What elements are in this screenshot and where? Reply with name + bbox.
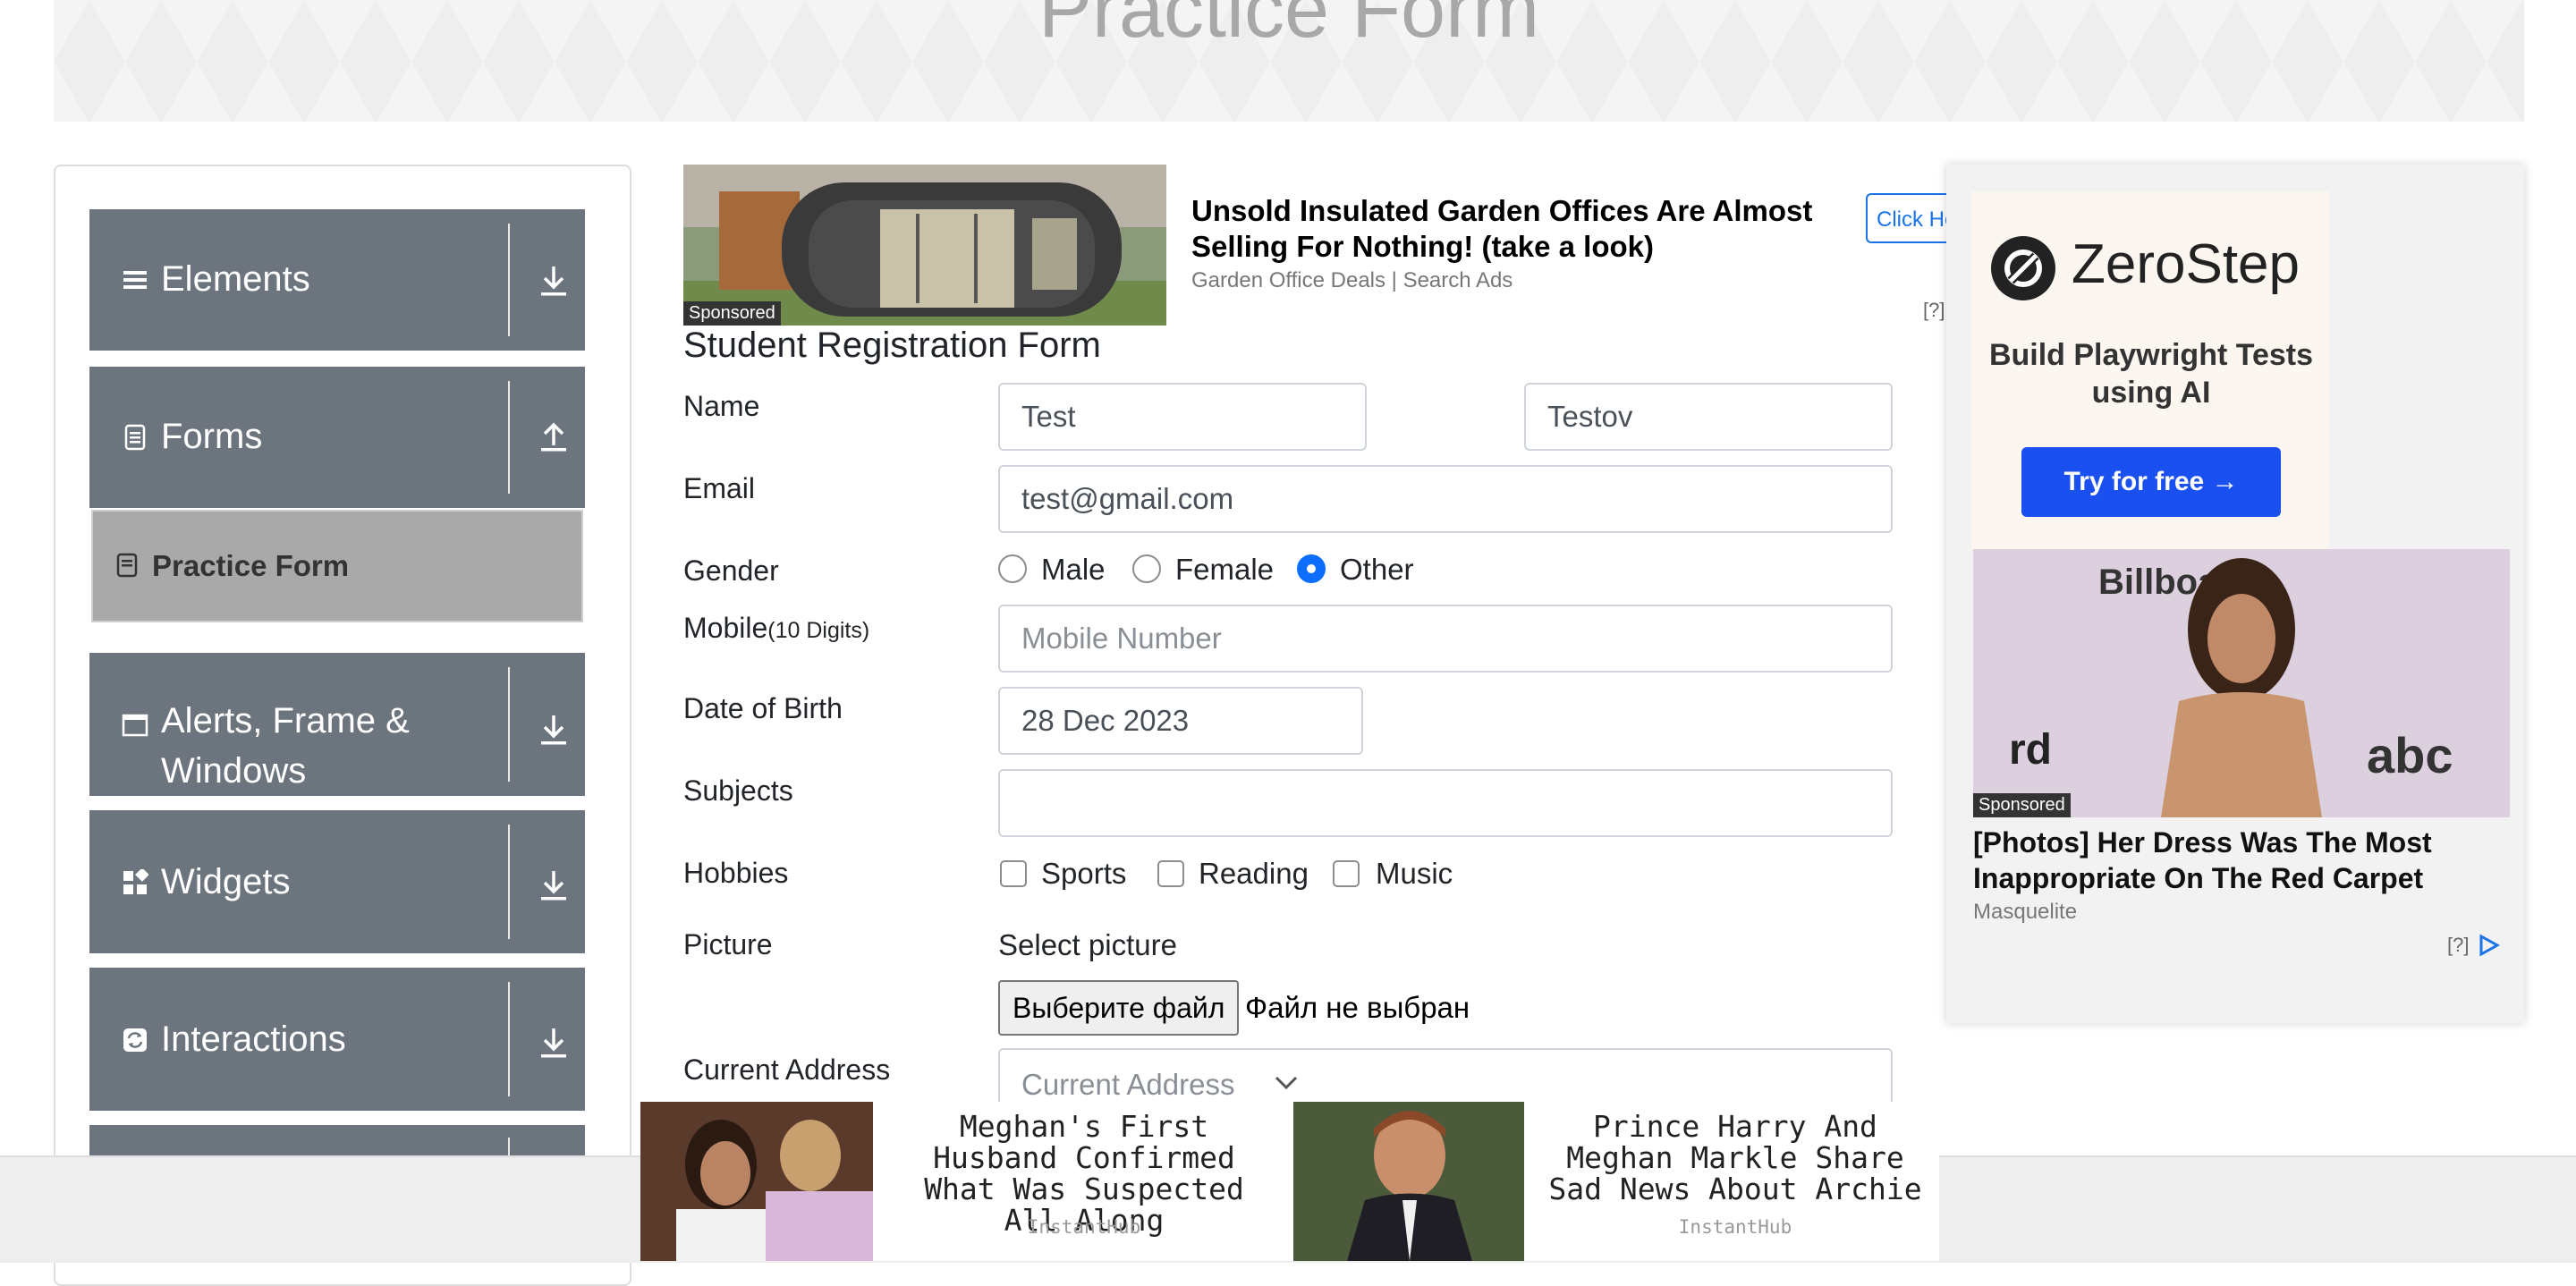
svg-text:abc: abc — [2367, 727, 2453, 783]
zerostep-brand: ZeroStep — [2072, 233, 2301, 295]
first-name-input[interactable] — [998, 383, 1367, 451]
sidebar-group-elements[interactable]: Elements — [89, 209, 585, 351]
zerostep-logo-icon — [1991, 236, 2055, 300]
adchoices-icon[interactable] — [2478, 934, 2501, 957]
download-arrow-icon — [541, 1028, 566, 1058]
page-title: Practice Form — [1038, 0, 1540, 55]
mobile-input[interactable] — [998, 605, 1893, 673]
sidebar-group-label: Widgets — [161, 862, 291, 901]
sidebar-group-label: Elements — [161, 259, 310, 299]
hobby-reading-checkbox[interactable] — [1157, 860, 1184, 887]
hobby-reading-label[interactable]: Reading — [1199, 857, 1309, 891]
form-title: Student Registration Form — [683, 326, 1101, 365]
divider — [508, 667, 510, 782]
sidebar-group-label: Interactions — [161, 1019, 346, 1059]
bottom-ad-2-headline[interactable]: Prince Harry And Meghan Markle Share Sad… — [1537, 1111, 1934, 1205]
download-arrow-icon — [541, 871, 566, 901]
mobile-hint: (10 Digits) — [767, 618, 870, 643]
sidebar-group-alerts[interactable]: Alerts, Frame & Windows — [89, 653, 585, 796]
interactions-icon — [123, 1028, 147, 1052]
bottom-ad-1-image — [640, 1102, 873, 1261]
sponsored-label: Sponsored — [683, 301, 781, 326]
ad-source[interactable]: Masquelite — [1973, 900, 2077, 925]
file-status-text: Файл не выбран — [1245, 991, 1470, 1024]
red-carpet-image: rd abc Billboard — [1973, 549, 2510, 817]
bottom-ad-2[interactable]: Prince Harry And Meghan Markle Share Sad… — [1293, 1102, 1939, 1261]
download-arrow-icon — [541, 267, 566, 296]
hobby-sports-label[interactable]: Sports — [1041, 857, 1126, 891]
sidebar-group-widgets[interactable]: Widgets — [89, 810, 585, 953]
email-input[interactable] — [998, 465, 1893, 533]
subjects-input[interactable] — [998, 769, 1893, 837]
bottom-ad-2-image — [1293, 1102, 1524, 1261]
sidebar-group-interactions[interactable]: Interactions — [89, 968, 585, 1111]
ad-image-red-carpet[interactable]: rd abc Billboard Sponsored — [1973, 549, 2510, 817]
hobby-music-label[interactable]: Music — [1376, 857, 1453, 891]
sponsored-label: Sponsored — [1973, 793, 2071, 817]
ad-headline[interactable]: Unsold Insulated Garden Offices Are Almo… — [1191, 193, 1818, 265]
gender-male-radio[interactable] — [998, 554, 1027, 583]
page-banner: Practice Form — [54, 0, 2524, 122]
chevron-down-icon — [1275, 1076, 1298, 1090]
bottom-ad-2-source[interactable]: InstantHub — [1537, 1216, 1934, 1238]
choose-file-button[interactable]: Выберите файл — [998, 980, 1240, 1036]
document-icon — [124, 424, 146, 451]
gender-other-radio[interactable] — [1297, 554, 1326, 583]
subjects-label: Subjects — [683, 774, 793, 807]
list-icon — [123, 271, 147, 289]
ad-info-link[interactable]: [?] — [1923, 299, 1945, 322]
sidebar-group-label: Forms — [161, 417, 263, 456]
sidebar-group-label-line2: Windows — [161, 751, 307, 791]
gender-female-label[interactable]: Female — [1175, 553, 1274, 587]
zerostep-tagline: Build Playwright Tests using AI — [1988, 338, 2314, 410]
ad-click-button[interactable]: Click Here — [1866, 193, 1946, 243]
mobile-label-text: Mobile — [683, 612, 768, 644]
sidebar-item-practice-form[interactable]: Practice Form — [91, 510, 583, 622]
sidebar-group-label-line1: Alerts, Frame & — [161, 701, 410, 740]
divider — [508, 982, 510, 1096]
hobby-music-checkbox[interactable] — [1333, 860, 1360, 887]
last-name-input[interactable] — [1524, 383, 1893, 451]
divider — [508, 381, 510, 494]
ad-image-garden-office[interactable]: Sponsored — [683, 165, 1166, 326]
select-picture-label: Select picture — [998, 928, 1177, 961]
widgets-icon — [123, 869, 148, 894]
date-of-birth-input[interactable] — [998, 687, 1363, 755]
gender-male-label[interactable]: Male — [1041, 553, 1106, 587]
sidebar-item-label: Practice Form — [152, 549, 350, 582]
ad-info-link[interactable]: [?] — [2447, 934, 2469, 957]
ad-headline[interactable]: [Photos] Her Dress Was The Most Inapprop… — [1973, 825, 2510, 896]
divider — [508, 825, 510, 939]
name-label: Name — [683, 390, 760, 422]
gender-other-label[interactable]: Other — [1340, 553, 1414, 587]
bottom-ad-1-source[interactable]: InstantHub — [896, 1216, 1272, 1238]
hobby-sports-checkbox[interactable] — [1000, 860, 1027, 887]
document-icon — [116, 553, 138, 578]
ad-source[interactable]: Garden Office Deals | Search Ads — [1191, 268, 1513, 293]
window-icon — [122, 714, 148, 737]
divider — [508, 224, 510, 336]
svg-text:rd: rd — [2009, 726, 2052, 774]
email-label: Email — [683, 472, 756, 504]
gender-label: Gender — [683, 554, 779, 587]
download-arrow-icon — [541, 715, 566, 745]
current-address-label: Current Address — [683, 1053, 891, 1086]
try-for-free-button[interactable]: Try for free → — [2021, 447, 2281, 517]
sidebar-group-forms[interactable]: Forms — [89, 367, 585, 508]
bottom-ad-1[interactable]: Meghan's First Husband Confirmed What Wa… — [640, 1102, 1293, 1261]
picture-label: Picture — [683, 928, 773, 960]
gender-female-radio[interactable] — [1132, 554, 1161, 583]
upload-arrow-icon — [541, 422, 566, 452]
hobbies-label: Hobbies — [683, 857, 789, 889]
dob-label: Date of Birth — [683, 692, 843, 724]
mobile-label: Mobile(10 Digits) — [683, 612, 869, 645]
